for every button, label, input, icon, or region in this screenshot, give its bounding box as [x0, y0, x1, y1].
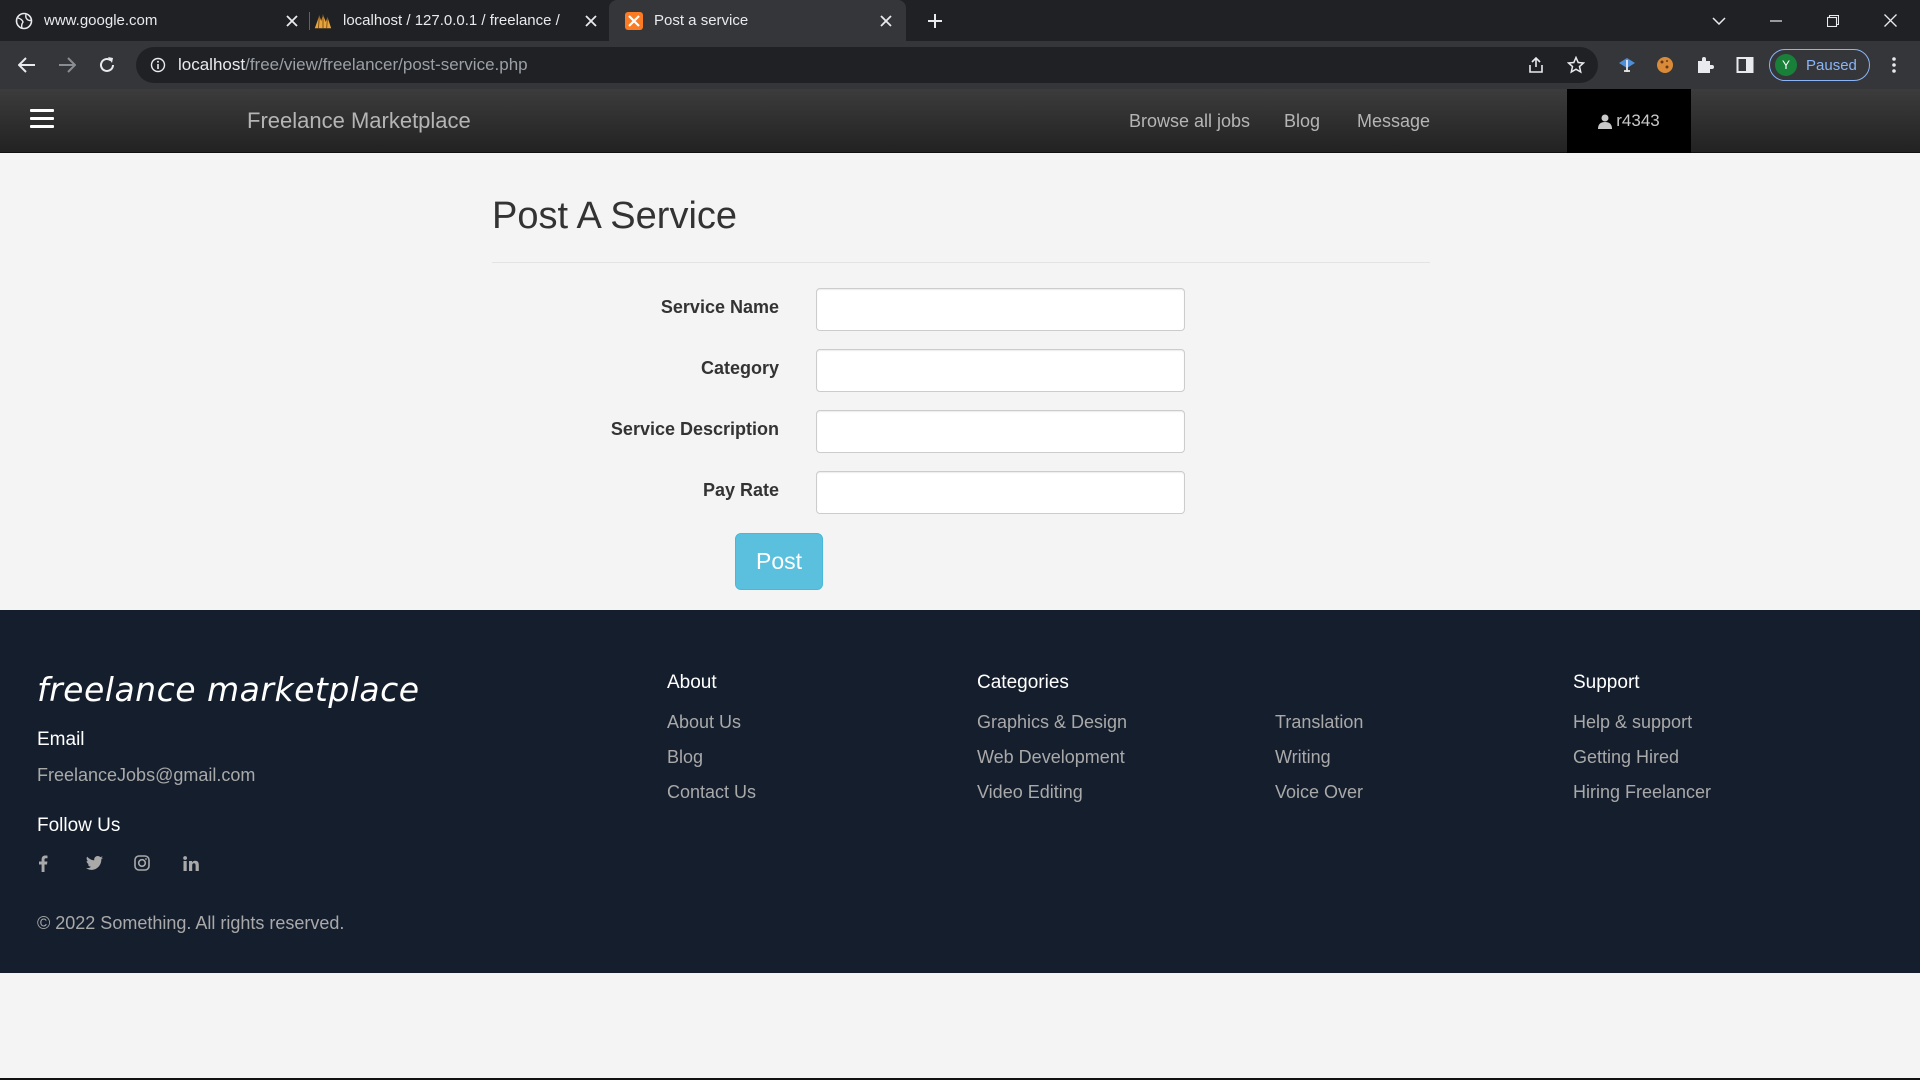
- footer-link-hiring-freelancer[interactable]: Hiring Freelancer: [1573, 782, 1711, 803]
- chrome-menu-icon[interactable]: [1878, 49, 1910, 81]
- hamburger-menu-icon[interactable]: [30, 109, 54, 129]
- footer-brand: freelance marketplace: [37, 670, 420, 709]
- nav-blog[interactable]: Blog: [1284, 111, 1320, 132]
- xampp-icon: [624, 11, 644, 31]
- footer-link-translation[interactable]: Translation: [1275, 712, 1363, 733]
- user-menu[interactable]: r4343: [1567, 89, 1691, 153]
- footer-link-video-editing[interactable]: Video Editing: [977, 782, 1083, 803]
- tab-phpmyadmin[interactable]: localhost / 127.0.0.1 / freelance /: [313, 0, 603, 41]
- site-brand[interactable]: Freelance Marketplace: [247, 108, 471, 134]
- profile-button[interactable]: Y Paused: [1769, 49, 1870, 81]
- follow-us-heading: Follow Us: [37, 815, 121, 836]
- tab-google[interactable]: www.google.com: [14, 0, 304, 41]
- extension-translate-icon[interactable]: [1612, 50, 1642, 80]
- footer-link-web-development[interactable]: Web Development: [977, 747, 1125, 768]
- category-input[interactable]: [816, 349, 1185, 392]
- page-background: [0, 973, 1920, 1078]
- pay-rate-label: Pay Rate: [702, 480, 779, 500]
- user-icon: [1598, 114, 1613, 129]
- twitter-icon[interactable]: [83, 852, 105, 874]
- nav-browse-all-jobs[interactable]: Browse all jobs: [1129, 111, 1250, 132]
- divider: [492, 262, 1430, 263]
- pay-rate-input[interactable]: [816, 471, 1185, 514]
- footer-link-help-support[interactable]: Help & support: [1573, 712, 1692, 733]
- extensions-puzzle-icon[interactable]: [1690, 50, 1720, 80]
- share-icon[interactable]: [1520, 49, 1552, 81]
- tab-title: Post a service: [654, 12, 749, 29]
- instagram-icon[interactable]: [131, 852, 153, 874]
- bookmark-star-icon[interactable]: [1560, 49, 1592, 81]
- tab-separator: [309, 12, 310, 30]
- close-tab-icon[interactable]: [280, 9, 304, 33]
- facebook-icon[interactable]: [32, 852, 54, 874]
- footer-link-graphics-design[interactable]: Graphics & Design: [977, 712, 1127, 733]
- restore-icon[interactable]: [1805, 0, 1861, 41]
- contact-email: FreelanceJobs@gmail.com: [37, 765, 256, 785]
- browser-tabstrip: www.google.com localhost / 127.0.0.1 / f…: [0, 0, 1920, 41]
- nav-message[interactable]: Message: [1357, 111, 1430, 132]
- service-name-input[interactable]: [816, 288, 1185, 331]
- browser-toolbar: localhost/free/view/freelancer/post-serv…: [0, 41, 1920, 89]
- reload-icon[interactable]: [91, 49, 123, 81]
- footer-link-getting-hired[interactable]: Getting Hired: [1573, 747, 1679, 768]
- address-bar[interactable]: localhost/free/view/freelancer/post-serv…: [136, 47, 1598, 83]
- service-name-label: Service Name: [660, 297, 779, 317]
- close-window-icon[interactable]: [1862, 0, 1918, 41]
- main-content: Post A Service Service Name Category Ser…: [0, 153, 1920, 610]
- minimize-icon[interactable]: [1748, 0, 1804, 41]
- category-label: Category: [700, 358, 779, 378]
- tab-search-icon[interactable]: [1691, 0, 1747, 41]
- support-heading: Support: [1573, 672, 1640, 693]
- site-navbar: Freelance Marketplace Browse all jobs Bl…: [0, 89, 1920, 153]
- about-heading: About: [667, 672, 717, 693]
- site-footer: freelance marketplace Email FreelanceJob…: [0, 610, 1920, 973]
- footer-link-blog[interactable]: Blog: [667, 747, 703, 768]
- back-icon[interactable]: [11, 49, 43, 81]
- categories-heading: Categories: [977, 672, 1069, 693]
- linkedin-icon[interactable]: [180, 852, 202, 874]
- close-tab-icon[interactable]: [874, 9, 898, 33]
- tab-post-a-service[interactable]: Post a service: [609, 0, 906, 41]
- service-description-label: Service Description: [610, 419, 779, 439]
- side-panel-icon[interactable]: [1730, 50, 1760, 80]
- extension-cookie-icon[interactable]: [1650, 50, 1680, 80]
- copyright-text: © 2022 Something. All rights reserved.: [37, 913, 345, 933]
- url-text: localhost/free/view/freelancer/post-serv…: [178, 55, 528, 74]
- close-tab-icon[interactable]: [579, 9, 603, 33]
- phpmyadmin-icon: [313, 11, 333, 31]
- post-button[interactable]: Post: [735, 533, 823, 590]
- username: r4343: [1616, 111, 1660, 130]
- new-tab-icon[interactable]: [922, 8, 948, 34]
- service-description-input[interactable]: [816, 410, 1185, 453]
- profile-status: Paused: [1806, 56, 1857, 74]
- info-icon[interactable]: [150, 57, 166, 73]
- tab-title: localhost / 127.0.0.1 / freelance /: [343, 12, 560, 29]
- email-heading: Email: [37, 729, 85, 750]
- footer-link-writing[interactable]: Writing: [1275, 747, 1331, 768]
- footer-link-voice-over[interactable]: Voice Over: [1275, 782, 1363, 803]
- avatar: Y: [1775, 54, 1797, 76]
- page-title: Post A Service: [492, 195, 738, 237]
- tab-title: www.google.com: [44, 12, 158, 29]
- footer-link-about-us[interactable]: About Us: [667, 712, 741, 733]
- globe-icon: [14, 11, 34, 31]
- forward-icon[interactable]: [51, 49, 83, 81]
- footer-link-contact-us[interactable]: Contact Us: [667, 782, 756, 803]
